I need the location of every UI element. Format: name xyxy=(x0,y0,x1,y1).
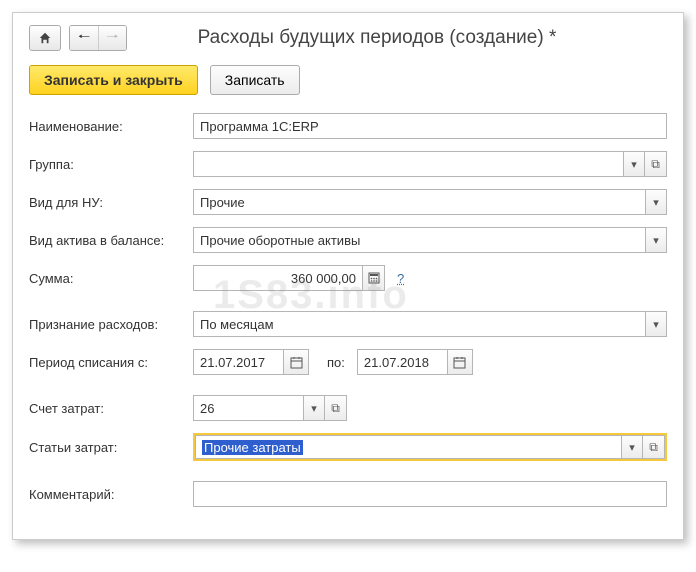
home-button[interactable] xyxy=(29,25,61,51)
nav-back-forward: 🠐 🠒 xyxy=(69,25,127,51)
group-input[interactable] xyxy=(193,151,623,177)
amount-help-link[interactable]: ? xyxy=(397,271,404,286)
label-name: Наименование: xyxy=(29,119,193,134)
label-asset-kind: Вид актива в балансе: xyxy=(29,233,193,248)
form-window: 1S83.info 🠐 🠒 Расходы будущих периодов (… xyxy=(12,12,684,540)
recognition-input[interactable] xyxy=(193,311,645,337)
label-amount: Сумма: xyxy=(29,271,193,286)
expense-account-dropdown-button[interactable] xyxy=(303,395,325,421)
save-button[interactable]: Записать xyxy=(210,65,300,95)
command-bar: Записать и закрыть Записать xyxy=(29,65,667,95)
tax-kind-dropdown-button[interactable] xyxy=(645,189,667,215)
calendar-icon xyxy=(453,356,466,369)
expense-item-open-button[interactable] xyxy=(643,435,665,459)
page-title: Расходы будущих периодов (создание) * xyxy=(127,27,667,49)
asset-kind-dropdown-button[interactable] xyxy=(645,227,667,253)
expense-item-input[interactable]: Прочие затраты xyxy=(195,435,621,459)
label-period-to: по: xyxy=(327,355,345,370)
expense-item-dropdown-button[interactable] xyxy=(621,435,643,459)
label-period-from: Период списания с: xyxy=(29,355,193,370)
recognition-dropdown-button[interactable] xyxy=(645,311,667,337)
calculator-button[interactable] xyxy=(363,265,385,291)
expense-account-input[interactable] xyxy=(193,395,303,421)
label-comment: Комментарий: xyxy=(29,487,193,502)
home-icon xyxy=(38,31,52,45)
expense-item-active-field: Прочие затраты xyxy=(193,433,667,461)
asset-kind-input[interactable] xyxy=(193,227,645,253)
topbar: 🠐 🠒 Расходы будущих периодов (создание) … xyxy=(29,25,667,51)
nav-back-button[interactable]: 🠐 xyxy=(70,26,98,50)
group-open-button[interactable] xyxy=(645,151,667,177)
group-dropdown-button[interactable] xyxy=(623,151,645,177)
label-tax-kind: Вид для НУ: xyxy=(29,195,193,210)
period-from-calendar-button[interactable] xyxy=(283,349,309,375)
period-from-input[interactable] xyxy=(193,349,283,375)
label-expense-account: Счет затрат: xyxy=(29,401,193,416)
period-to-calendar-button[interactable] xyxy=(447,349,473,375)
expense-account-open-button[interactable] xyxy=(325,395,347,421)
save-and-close-button[interactable]: Записать и закрыть xyxy=(29,65,198,95)
comment-input[interactable] xyxy=(193,481,667,507)
label-recognition: Признание расходов: xyxy=(29,317,193,332)
nav-forward-button: 🠒 xyxy=(98,26,126,50)
calculator-icon xyxy=(368,272,380,284)
label-expense-item: Статьи затрат: xyxy=(29,440,193,455)
calendar-icon xyxy=(290,356,303,369)
period-to-input[interactable] xyxy=(357,349,447,375)
amount-input[interactable] xyxy=(193,265,363,291)
tax-kind-input[interactable] xyxy=(193,189,645,215)
label-group: Группа: xyxy=(29,157,193,172)
name-input[interactable] xyxy=(193,113,667,139)
expense-item-selected-text: Прочие затраты xyxy=(202,440,303,455)
